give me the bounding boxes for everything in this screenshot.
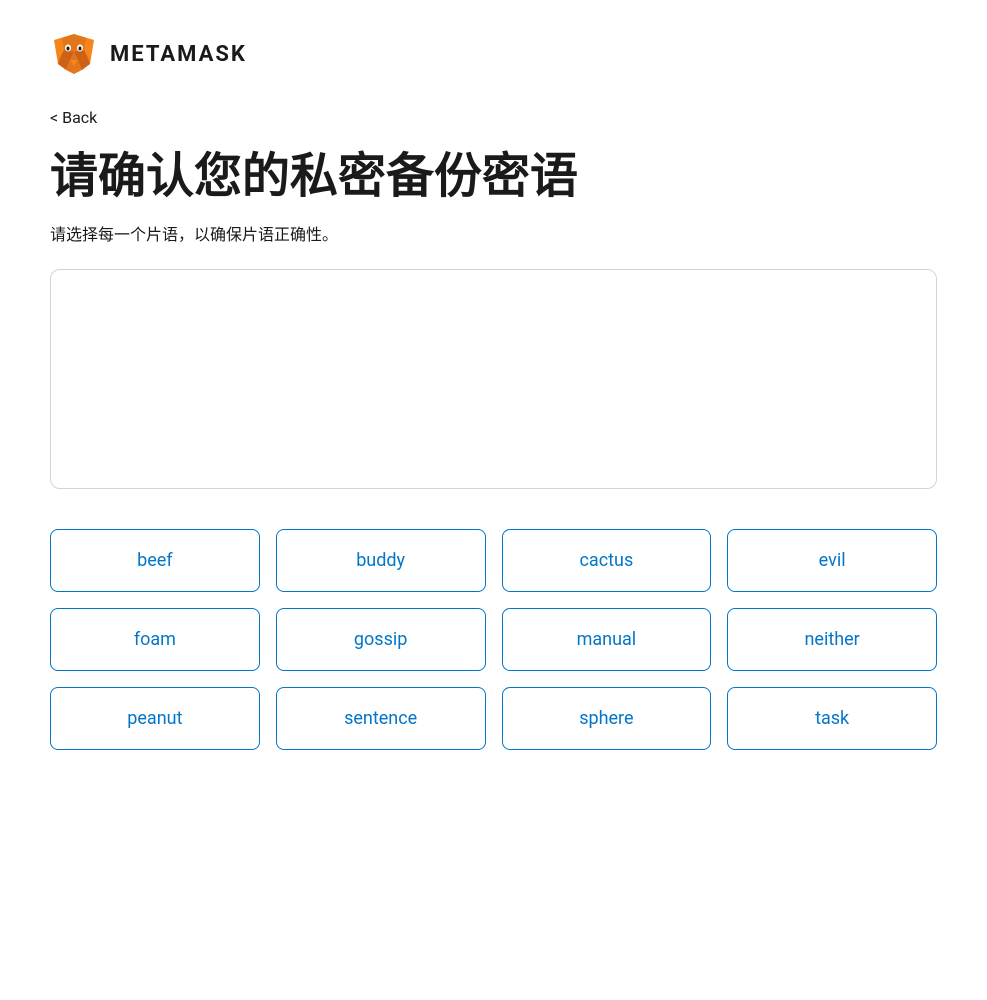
page-title: 请确认您的私密备份密语 [50,147,937,205]
word-chip-gossip[interactable]: gossip [276,608,486,671]
word-chip-evil[interactable]: evil [727,529,937,592]
word-grid: beef buddy cactusevil foam gossip manualneith… [50,529,937,750]
word-chip-foam[interactable]: foam [50,608,260,671]
phrase-selection-area [50,269,937,489]
word-chip-task[interactable]: task [727,687,937,750]
word-chip-cactus[interactable]: cactus [502,529,712,592]
back-button[interactable]: < Back [50,108,97,127]
word-chip-sentence[interactable]: sentence [276,687,486,750]
word-chip-neither[interactable]: neither [727,608,937,671]
app-logo-text: METAMASK [110,42,247,67]
word-chip-buddy[interactable]: buddy [276,529,486,592]
header: METAMASK [50,30,937,78]
word-chip-peanut[interactable]: peanut [50,687,260,750]
page-subtitle: 请选择每一个片语，以确保片语正确性。 [50,221,937,245]
metamask-fox-icon [50,30,98,78]
word-chip-beef[interactable]: beef [50,529,260,592]
word-chip-sphere[interactable]: sphere [502,687,712,750]
word-chip-manual[interactable]: manual [502,608,712,671]
